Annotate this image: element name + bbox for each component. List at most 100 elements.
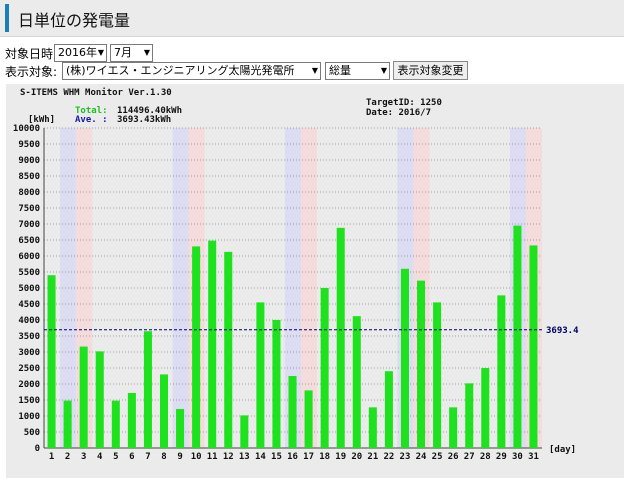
bar-day-12 <box>224 251 233 448</box>
y-tick-label: 5500 <box>18 268 40 278</box>
page-header: 日単位の発電量 <box>0 0 624 37</box>
x-tick-label: 17 <box>303 452 314 462</box>
x-tick-label: 26 <box>448 452 459 462</box>
x-tick-label: 3 <box>81 452 86 462</box>
target-select[interactable]: (株)ワイエス・エンジニアリング太陽光発電所 ▼ <box>62 62 321 80</box>
x-tick-label: 5 <box>113 452 118 462</box>
average-value: 3693.43kWh <box>117 115 171 125</box>
year-select-value: 2016年 <box>58 46 97 59</box>
x-tick-label: 20 <box>351 452 362 462</box>
x-tick-label: 8 <box>161 452 166 462</box>
bar-day-20 <box>352 316 361 448</box>
y-tick-label: 4000 <box>18 316 40 326</box>
bar-day-5 <box>111 400 120 448</box>
chevron-down-icon: ▼ <box>380 66 387 75</box>
x-tick-label: 7 <box>145 452 150 462</box>
bar-day-3 <box>79 346 88 448</box>
x-tick-label: 16 <box>287 452 298 462</box>
daily-generation-chart: 0 500 1000 1500 2000 2500 3000 3500 4000 4500 5000… <box>13 87 579 462</box>
bar-day-24 <box>417 280 426 448</box>
x-tick-label: 2 <box>65 452 70 462</box>
bar-day-30 <box>513 225 522 448</box>
x-tick-label: 31 <box>528 452 539 462</box>
x-tick-label: 23 <box>400 452 411 462</box>
y-tick-label: 2500 <box>18 364 40 374</box>
x-tick-label: 24 <box>416 452 427 462</box>
x-tick-label: 4 <box>97 452 103 462</box>
page-title: 日単位の発電量 <box>18 11 131 30</box>
average-line-label: 3693.4 <box>546 326 579 336</box>
bar-day-1 <box>47 275 56 448</box>
monitor-title: S-ITEMS WHM Monitor Ver.1.30 <box>20 87 172 98</box>
target-select-value: (株)ワイエス・エンジニアリング太陽光発電所 <box>66 64 295 77</box>
bar-day-14 <box>256 302 265 448</box>
change-target-button[interactable]: 表示対象変更 <box>393 61 468 80</box>
y-tick-label: 4500 <box>18 300 40 310</box>
bar-day-27 <box>465 383 474 448</box>
bar-day-18 <box>320 288 329 448</box>
y-tick-label: 0 <box>35 444 40 454</box>
saturday-band <box>172 128 189 448</box>
y-tick-label: 1000 <box>18 412 40 422</box>
bar-day-25 <box>433 302 442 448</box>
date-label: 対象日時: <box>5 47 58 61</box>
x-tick-label: 15 <box>271 452 282 462</box>
bar-day-4 <box>95 351 104 448</box>
bar-day-15 <box>272 320 281 448</box>
bar-day-21 <box>368 407 377 448</box>
y-tick-label: 10000 <box>13 124 40 134</box>
y-axis-label: [kWh] <box>28 115 55 125</box>
x-tick-label: 19 <box>335 452 346 462</box>
y-axis-ticks: 0 500 1000 1500 2000 2500 3000 3500 4000 4500 5000… <box>13 124 40 454</box>
x-axis-label: [day] <box>549 445 576 455</box>
x-axis-ticks: 1 2 3 4 5 6 7 8 9 10 11 12 13 14 15 16 17 18 19 20 21 22 23 24 2… <box>49 452 539 462</box>
x-tick-label: 25 <box>432 452 443 462</box>
average-label: Ave. : <box>75 115 108 125</box>
bar-day-2 <box>63 400 72 448</box>
bar-day-8 <box>159 374 169 448</box>
x-tick-label: 22 <box>383 452 394 462</box>
bar-day-10 <box>192 246 201 448</box>
header-accent-bar <box>5 4 9 32</box>
bar-day-22 <box>384 371 393 448</box>
y-tick-label: 6000 <box>18 252 40 262</box>
x-tick-label: 6 <box>129 452 134 462</box>
y-tick-label: 8000 <box>18 188 40 198</box>
chevron-down-icon: ▼ <box>97 48 104 57</box>
month-select-value: 7月 <box>114 46 132 59</box>
bar-day-26 <box>449 407 458 448</box>
bar-day-19 <box>336 227 345 448</box>
bar-day-6 <box>127 392 136 448</box>
y-tick-label: 8500 <box>18 172 40 182</box>
x-tick-label: 1 <box>49 452 54 462</box>
bar-day-9 <box>176 408 185 448</box>
bar-day-31 <box>529 245 538 448</box>
y-tick-label: 3000 <box>18 348 40 358</box>
chevron-down-icon: ▼ <box>311 66 318 75</box>
bar-day-7 <box>143 331 152 448</box>
bar-day-13 <box>240 415 249 448</box>
x-tick-label: 11 <box>207 452 218 462</box>
month-select[interactable]: 7月 ▼ <box>110 44 153 62</box>
measure-select-value: 総量 <box>329 64 351 77</box>
x-tick-label: 9 <box>177 452 182 462</box>
target-label: 表示対象: <box>5 65 58 79</box>
chart-panel: 0 500 1000 1500 2000 2500 3000 3500 4000 4500 5000… <box>6 84 624 478</box>
measure-select[interactable]: 総量 ▼ <box>325 62 390 80</box>
x-tick-label: 13 <box>239 452 250 462</box>
y-tick-label: 9000 <box>18 156 40 166</box>
y-tick-label: 7500 <box>18 204 40 214</box>
target-id: TargetID: 1250 <box>366 98 442 108</box>
x-tick-label: 30 <box>512 452 523 462</box>
y-tick-label: 3500 <box>18 332 40 342</box>
y-tick-label: 9500 <box>18 140 40 150</box>
bar-day-29 <box>497 295 506 448</box>
x-tick-label: 21 <box>367 452 378 462</box>
x-tick-label: 12 <box>223 452 234 462</box>
year-select[interactable]: 2016年 ▼ <box>54 44 107 62</box>
x-tick-label: 27 <box>464 452 475 462</box>
y-tick-label: 500 <box>24 428 40 438</box>
bar-day-11 <box>208 240 217 448</box>
chart-date: Date: 2016/7 <box>366 108 431 118</box>
bar-day-23 <box>400 268 409 448</box>
